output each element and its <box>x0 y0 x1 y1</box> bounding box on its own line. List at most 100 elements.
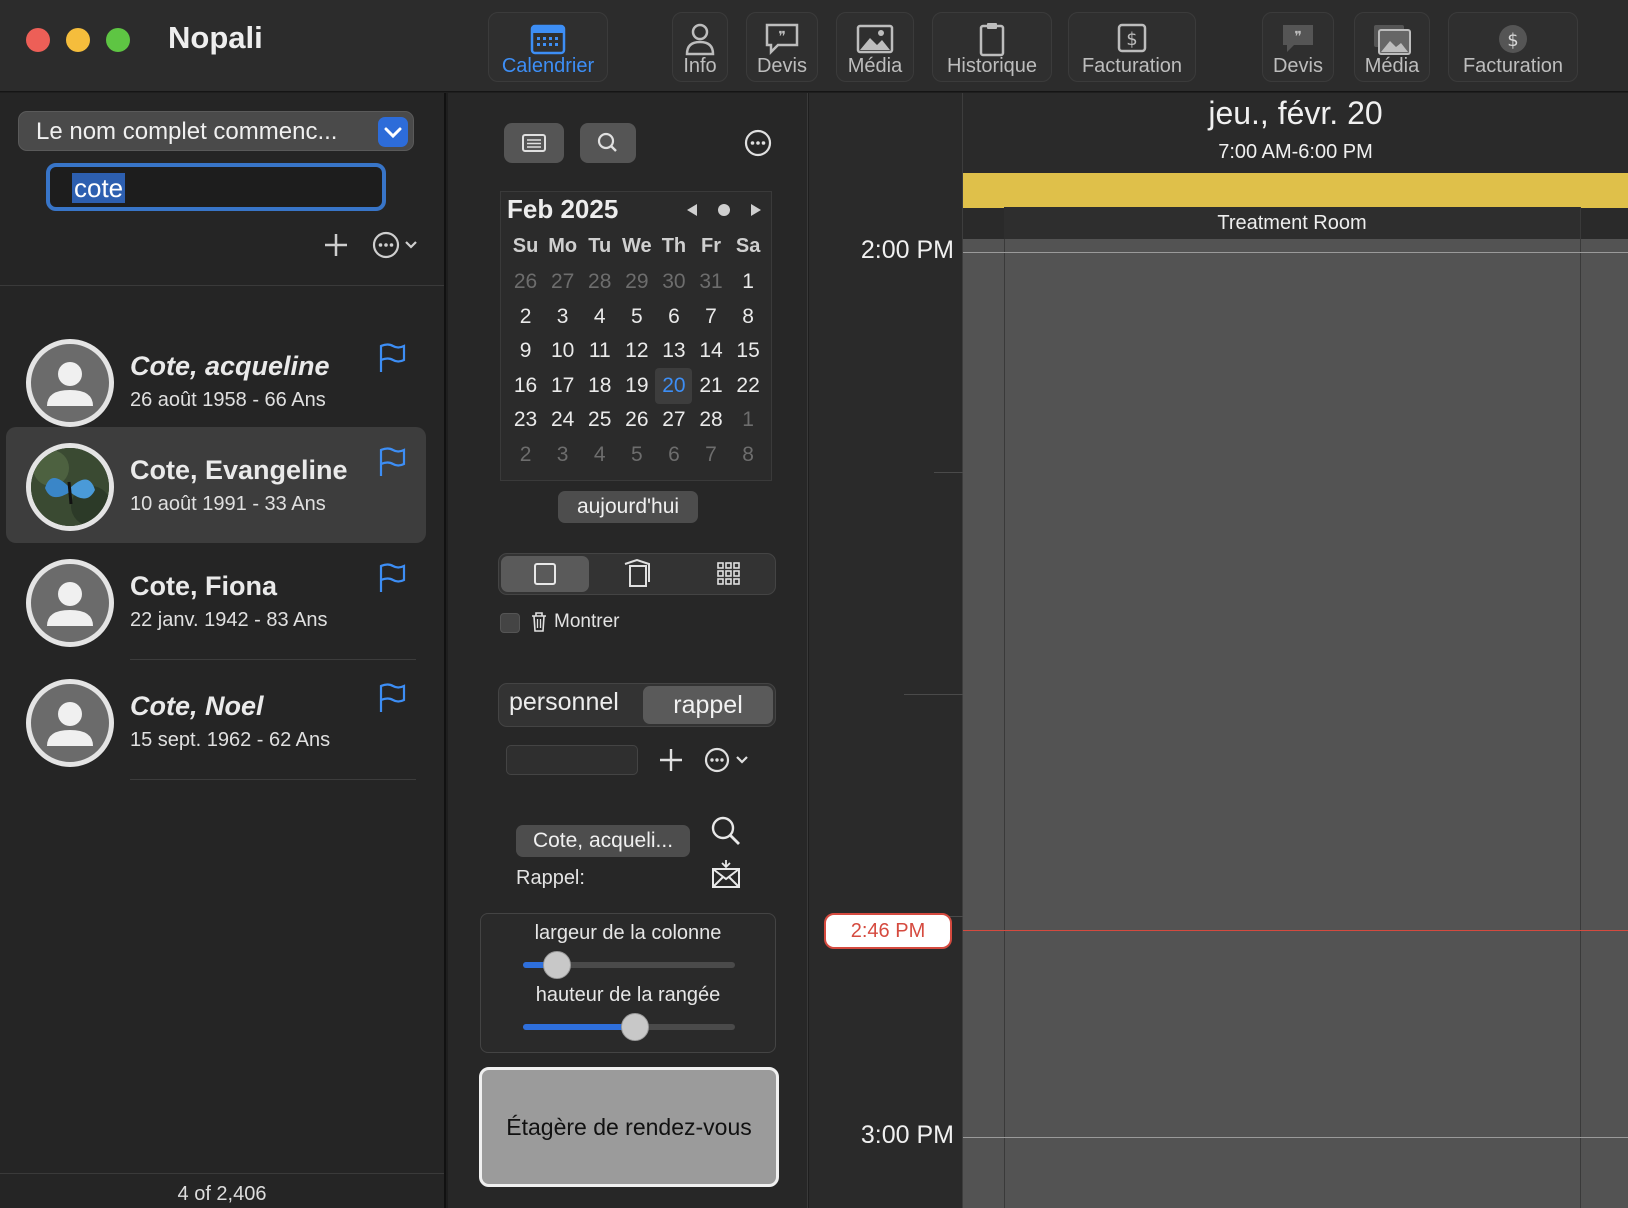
calendar-day[interactable]: 21 <box>692 368 729 404</box>
single-day-view-button[interactable] <box>501 556 589 592</box>
calendar-day[interactable]: 6 <box>655 299 692 335</box>
calendar-day[interactable]: 10 <box>544 333 581 369</box>
calendar-day[interactable]: 19 <box>618 368 655 404</box>
toolbar-devis2-button[interactable]: ❞ Devis <box>1262 12 1334 82</box>
selected-patient-chip[interactable]: Cote, acqueli... <box>516 825 690 857</box>
toolbar-devis-label: Devis <box>756 55 807 77</box>
search-button[interactable] <box>580 123 636 163</box>
appointment-grid[interactable] <box>963 239 1628 1208</box>
calendar-day[interactable]: 26 <box>507 264 544 300</box>
calendar-day[interactable]: 6 <box>655 437 692 473</box>
calendar-day[interactable]: 20 <box>655 367 693 404</box>
calendar-day[interactable]: 27 <box>544 264 581 300</box>
list-view-button[interactable] <box>504 123 564 163</box>
calendar-day[interactable]: 7 <box>692 437 729 473</box>
more-options-icon[interactable] <box>704 747 754 773</box>
calendar-day[interactable]: 28 <box>581 264 618 300</box>
calendar-day[interactable]: 16 <box>507 368 544 404</box>
minimize-window-button[interactable] <box>66 28 90 52</box>
calendar-day[interactable]: 12 <box>618 333 655 369</box>
today-button[interactable]: aujourd'hui <box>558 491 698 523</box>
calendar-day[interactable]: 27 <box>655 402 692 438</box>
show-deleted-checkbox[interactable] <box>500 613 520 633</box>
divider <box>0 285 444 286</box>
more-options-icon[interactable] <box>372 231 422 259</box>
calendar-day[interactable]: 3 <box>544 437 581 473</box>
patient-row-selected[interactable]: Cote, Evangeline 10 août 1991 - 33 Ans <box>6 427 426 543</box>
close-window-button[interactable] <box>26 28 50 52</box>
plus-icon[interactable] <box>658 747 684 773</box>
toolbar-calendrier-button[interactable]: Calendrier <box>488 12 608 82</box>
slider-knob[interactable] <box>542 951 571 979</box>
patient-list-panel: Le nom complet commenc... cote Cote, acq… <box>0 93 446 1208</box>
calendar-day[interactable]: 1 <box>730 402 767 438</box>
clipboard-icon <box>979 23 1005 57</box>
calendar-day[interactable]: 15 <box>730 333 767 369</box>
calendar-day[interactable]: 8 <box>730 437 767 473</box>
patient-row[interactable]: Cote, acqueline 26 août 1958 - 66 Ans <box>6 323 426 439</box>
calendar-day[interactable]: 24 <box>544 402 581 438</box>
toolbar-facturation2-button[interactable]: $ Facturation <box>1448 12 1578 82</box>
flag-icon[interactable] <box>378 447 406 477</box>
patient-search-input[interactable]: cote <box>46 163 386 211</box>
calendar-day[interactable]: 1 <box>730 264 767 300</box>
zoom-window-button[interactable] <box>106 28 130 52</box>
plus-icon[interactable] <box>322 231 350 259</box>
more-options-icon[interactable] <box>744 129 772 157</box>
calendar-day[interactable]: 30 <box>655 264 692 300</box>
calendar-day[interactable]: 25 <box>581 402 618 438</box>
search-icon[interactable] <box>710 815 742 847</box>
calendar-day[interactable]: 29 <box>618 264 655 300</box>
next-month-icon[interactable] <box>751 204 761 216</box>
calendar-day[interactable]: 3 <box>544 299 581 335</box>
flag-icon[interactable] <box>378 683 406 713</box>
column-width-slider[interactable] <box>523 951 735 979</box>
calendar-day[interactable]: 28 <box>692 402 729 438</box>
toolbar-info-button[interactable]: Info <box>672 12 728 82</box>
toolbar-devis-button[interactable]: ❞ Devis <box>746 12 818 82</box>
calendar-day[interactable]: 11 <box>581 333 618 369</box>
calendar-day[interactable]: 8 <box>730 299 767 335</box>
calendar-day[interactable]: 23 <box>507 402 544 438</box>
patient-row[interactable]: Cote, Noel 15 sept. 1962 - 62 Ans <box>6 663 426 780</box>
calendar-day[interactable]: 31 <box>692 264 729 300</box>
calendar-day[interactable]: 13 <box>655 333 692 369</box>
current-month-icon[interactable] <box>718 204 730 216</box>
mode-rappel-button[interactable]: rappel <box>643 686 773 724</box>
reminder-text-field[interactable] <box>506 745 638 775</box>
envelope-icon[interactable] <box>710 859 742 889</box>
patient-search-value[interactable]: cote <box>72 173 126 203</box>
calendar-day[interactable]: 7 <box>692 299 729 335</box>
mode-personnel-button[interactable]: personnel <box>509 688 619 717</box>
appointment-shelf[interactable]: Étagère de rendez-vous <box>479 1067 779 1187</box>
row-height-slider[interactable] <box>523 1013 735 1041</box>
calendar-day[interactable]: 17 <box>544 368 581 404</box>
slider-knob[interactable] <box>621 1013 650 1041</box>
calendar-day[interactable]: 18 <box>581 368 618 404</box>
toolbar-media-button[interactable]: Média <box>836 12 914 82</box>
calendar-day[interactable]: 2 <box>507 299 544 335</box>
name-filter-select[interactable]: Le nom complet commenc... <box>18 111 414 151</box>
chevron-down-icon[interactable] <box>378 117 408 147</box>
grid-view-button[interactable] <box>685 556 773 592</box>
calendar-day[interactable]: 14 <box>692 333 729 369</box>
flag-icon[interactable] <box>378 343 406 373</box>
calendar-day[interactable]: 2 <box>507 437 544 473</box>
previous-month-icon[interactable] <box>687 204 697 216</box>
calendar-day[interactable]: 5 <box>618 299 655 335</box>
flag-icon[interactable] <box>378 563 406 593</box>
calendar-day[interactable]: 4 <box>581 299 618 335</box>
calendar-day[interactable]: 26 <box>618 402 655 438</box>
patient-row[interactable]: Cote, Fiona 22 janv. 1942 - 83 Ans <box>6 543 426 660</box>
calendar-options-panel: Feb 2025 Su Mo Tu We Th Fr Sa 26 27 28 29 30 31 1 2 3 4 5… <box>448 93 808 1208</box>
toolbar-historique-button[interactable]: Historique <box>932 12 1052 82</box>
calendar-day[interactable]: 5 <box>618 437 655 473</box>
calendar-day[interactable]: 22 <box>730 368 767 404</box>
calendar-day[interactable]: 4 <box>581 437 618 473</box>
avatar <box>26 559 114 647</box>
toolbar-media2-button[interactable]: Média <box>1354 12 1430 82</box>
toolbar-facturation-button[interactable]: $ Facturation <box>1068 12 1196 82</box>
multi-day-view-button[interactable] <box>593 556 681 592</box>
calendar-day[interactable]: 9 <box>507 333 544 369</box>
all-day-event-bar[interactable] <box>963 173 1628 208</box>
